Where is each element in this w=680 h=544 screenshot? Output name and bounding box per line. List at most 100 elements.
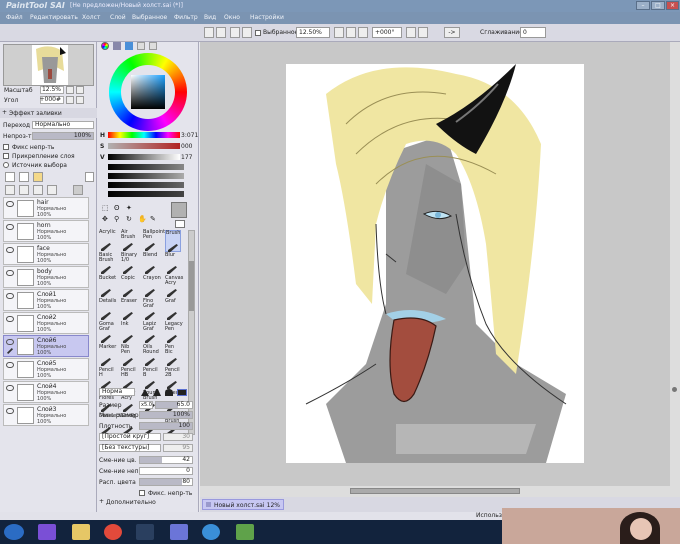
min-size-slider[interactable]: 100% bbox=[139, 411, 193, 419]
new-layer-button[interactable] bbox=[5, 172, 15, 182]
discord-icon[interactable] bbox=[170, 524, 188, 540]
brush-tool-slot[interactable]: Fino Graf bbox=[143, 299, 159, 321]
rotate-icon[interactable]: ↻ bbox=[126, 215, 132, 223]
brush-tool-slot[interactable]: Canvas Acry bbox=[165, 276, 183, 298]
brush-tool-slot[interactable]: Basic Brush bbox=[99, 253, 115, 275]
minimize-button[interactable]: – bbox=[636, 1, 650, 10]
layer-item[interactable]: body Нормально 100% bbox=[3, 266, 89, 288]
advanced-settings-toggle[interactable]: Дополнительно bbox=[106, 499, 156, 506]
brush-shape-select[interactable]: [Простой круг] bbox=[99, 433, 161, 441]
mix-bar-1[interactable] bbox=[108, 164, 184, 170]
navigator-preview[interactable] bbox=[3, 44, 94, 86]
nav-zoom-in-button[interactable] bbox=[76, 86, 84, 94]
persistence-slider[interactable]: 80 bbox=[139, 478, 193, 486]
chrome-icon[interactable] bbox=[104, 524, 122, 540]
menu-canvas[interactable]: Холст bbox=[82, 14, 100, 21]
delete-layer-button[interactable] bbox=[33, 185, 43, 195]
eye-icon[interactable] bbox=[6, 224, 14, 230]
zoom-icon[interactable]: ⚲ bbox=[114, 215, 119, 223]
rotation-field[interactable]: +000° bbox=[372, 27, 402, 38]
brush-shape-amount[interactable]: 30 bbox=[163, 433, 193, 441]
brush-tool-slot[interactable]: Pencil HB bbox=[121, 368, 137, 390]
hand-icon[interactable]: ✋ bbox=[138, 215, 147, 223]
scrollbar-thumb[interactable] bbox=[189, 261, 194, 311]
menu-window[interactable]: Окно bbox=[224, 14, 240, 21]
swatches-tab-icon[interactable] bbox=[149, 42, 157, 50]
brush-tool-slot[interactable]: Eraser bbox=[121, 299, 137, 321]
move-icon[interactable]: ✥ bbox=[102, 215, 108, 223]
assistant-icon[interactable] bbox=[38, 524, 56, 540]
size-slider[interactable]: 65.0 bbox=[155, 401, 193, 409]
value-slider[interactable] bbox=[108, 154, 180, 160]
eye-icon[interactable] bbox=[6, 385, 14, 391]
eye-icon[interactable] bbox=[6, 293, 14, 299]
zoom-out-button[interactable] bbox=[346, 27, 356, 38]
selection-checkbox[interactable] bbox=[255, 30, 261, 36]
maximize-button[interactable]: □ bbox=[651, 1, 665, 10]
drawing-canvas[interactable] bbox=[286, 64, 584, 463]
horizontal-scroll-thumb[interactable] bbox=[350, 488, 520, 494]
brush-texture-select[interactable]: [Без текстуры] bbox=[99, 444, 161, 452]
eye-icon[interactable] bbox=[6, 408, 14, 414]
eye-icon[interactable] bbox=[6, 270, 14, 276]
eye-icon[interactable] bbox=[6, 339, 14, 345]
clip-layer-checkbox[interactable] bbox=[3, 153, 9, 159]
menu-settings[interactable]: Настройки bbox=[250, 14, 284, 21]
nav-zoom-out-button[interactable] bbox=[66, 86, 74, 94]
color-wheel-tab-icon[interactable] bbox=[101, 42, 109, 50]
selection-source-radio[interactable] bbox=[3, 162, 9, 168]
brush-tool-slot[interactable]: Air Brush bbox=[121, 230, 137, 252]
eye-icon[interactable] bbox=[6, 316, 14, 322]
stabilizer-field[interactable]: 0 bbox=[520, 27, 546, 38]
nav-rotate-right-button[interactable] bbox=[76, 96, 84, 104]
layer-item[interactable]: Слой4 Нормально 100% bbox=[3, 381, 89, 403]
eye-icon[interactable] bbox=[6, 201, 14, 207]
menu-view[interactable]: Вид bbox=[204, 14, 216, 21]
brush-tool-slot[interactable]: Pen Bic bbox=[165, 345, 181, 367]
hsv-tab-icon[interactable] bbox=[125, 42, 133, 50]
flip-button[interactable]: -> bbox=[444, 27, 460, 38]
nav-rotate-left-button[interactable] bbox=[66, 96, 74, 104]
nav-angle-field[interactable]: +000# bbox=[39, 96, 64, 104]
brush-tool-slot[interactable]: Goma Graf bbox=[99, 322, 115, 344]
file-explorer-icon[interactable] bbox=[72, 524, 90, 540]
brush-tool-slot[interactable]: Nib Pen bbox=[121, 345, 137, 367]
brush-texture-amount[interactable]: 95 bbox=[163, 444, 193, 452]
zoom-reset-button[interactable] bbox=[358, 27, 368, 38]
brush-tool-slot[interactable]: Pencil 2B bbox=[165, 368, 181, 390]
hue-slider[interactable] bbox=[108, 132, 180, 138]
menu-edit[interactable]: Редактировать bbox=[30, 14, 78, 21]
fix-opacity-checkbox[interactable] bbox=[3, 144, 9, 150]
transfer-down-button[interactable] bbox=[19, 185, 29, 195]
brush-tool-slot[interactable]: Pencil B bbox=[143, 368, 159, 390]
vertical-scroll-marker[interactable] bbox=[672, 387, 677, 392]
brush-tool-slot[interactable]: Blur bbox=[165, 253, 181, 275]
keep-opacity-checkbox[interactable] bbox=[139, 490, 145, 496]
saturation-value-square[interactable] bbox=[131, 75, 165, 109]
secondary-color-swatch[interactable] bbox=[175, 220, 185, 228]
layer-item[interactable]: Слой2 Нормально 100% bbox=[3, 312, 89, 334]
select-icon[interactable]: ⬚ bbox=[102, 204, 109, 212]
brush-tool-slot[interactable]: Graf bbox=[165, 299, 181, 321]
app-w-icon[interactable] bbox=[202, 524, 220, 540]
soft-edge-icon[interactable] bbox=[165, 389, 173, 396]
opacity-slider[interactable]: 100% bbox=[32, 132, 94, 140]
rotate-left-button[interactable] bbox=[406, 27, 416, 38]
current-color-swatch[interactable] bbox=[171, 202, 187, 218]
blending-slider[interactable]: 42 bbox=[139, 456, 193, 464]
density-slider[interactable]: 100 bbox=[139, 422, 193, 430]
menu-filter[interactable]: Фильтр bbox=[174, 14, 198, 21]
vertical-scrollbar[interactable] bbox=[670, 42, 680, 497]
steam-icon[interactable] bbox=[136, 524, 154, 540]
layer-item[interactable]: face Нормально 100% bbox=[3, 243, 89, 265]
layer-option-button[interactable] bbox=[73, 185, 83, 195]
new-linework-layer-button[interactable] bbox=[19, 172, 29, 182]
brush-tool-slot[interactable]: Crayon bbox=[143, 276, 161, 298]
nav-zoom-field[interactable]: 12.5% bbox=[40, 86, 64, 94]
rotate-right-button[interactable] bbox=[418, 27, 428, 38]
brush-tool-slot[interactable]: Copic bbox=[121, 276, 137, 298]
menu-file[interactable]: Файл bbox=[6, 14, 23, 21]
size-multiplier[interactable]: x5.0 bbox=[139, 401, 153, 409]
merge-down-button[interactable] bbox=[5, 185, 15, 195]
layer-item[interactable]: hair Нормально 100% bbox=[3, 197, 89, 219]
